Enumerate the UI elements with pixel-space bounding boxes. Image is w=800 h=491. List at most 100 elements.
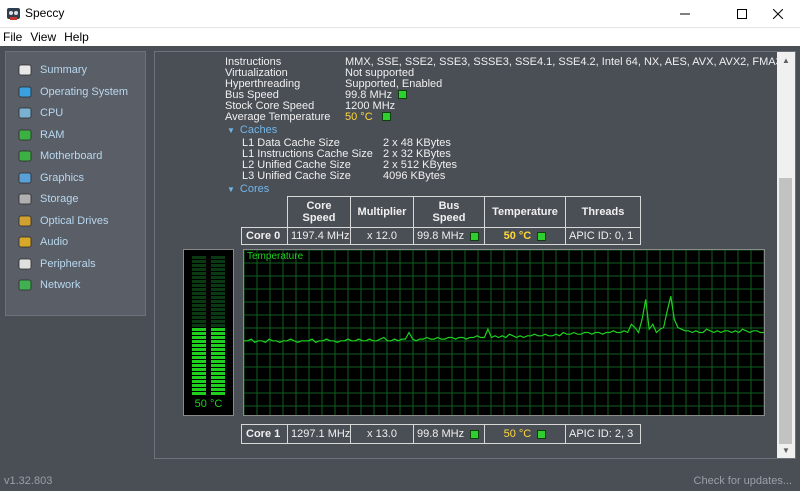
- version-label: v1.32.803: [4, 475, 53, 487]
- prop-label: Average Temperature: [225, 111, 331, 123]
- check-updates-link[interactable]: Check for updates...: [694, 475, 792, 487]
- cores-title: Cores: [239, 183, 270, 195]
- status-bar: v1.32.803 Check for updates...: [0, 474, 800, 491]
- status-indicator-icon: [537, 429, 547, 439]
- core0-multiplier: x 12.0: [350, 227, 414, 245]
- gauge-segment: [211, 284, 225, 287]
- menu-file[interactable]: File: [0, 28, 26, 46]
- gauge-segment: [192, 360, 206, 363]
- gauge-segment: [211, 348, 225, 351]
- cache-label: L3 Unified Cache Size: [242, 170, 351, 182]
- sidebar: Summary Operating System CPU RAM Motherboard…: [5, 51, 146, 316]
- close-button[interactable]: [755, 0, 800, 28]
- col-header-temperature: Temperature: [484, 196, 566, 228]
- sidebar-item-audio[interactable]: Audio: [6, 232, 145, 252]
- sidebar-item-ram[interactable]: RAM: [6, 125, 145, 145]
- sidebar-item-label: Operating System: [40, 85, 129, 98]
- prop-value: 50 °C: [345, 111, 391, 123]
- gauge-segment: [211, 336, 225, 339]
- gauge-segment: [192, 276, 206, 279]
- gauge-segment: [211, 264, 225, 267]
- gauge-segment: [192, 328, 206, 331]
- gauge-segment: [211, 372, 225, 375]
- sidebar-item-network[interactable]: Network: [6, 275, 145, 295]
- core1-name: Core 1: [241, 424, 288, 444]
- core1-temp-value: 50 °C: [503, 428, 532, 440]
- gauge-segment: [211, 392, 225, 395]
- scroll-down-arrow-icon[interactable]: ▼: [777, 442, 795, 458]
- speaker-icon: [18, 235, 32, 249]
- gauge-segment: [192, 304, 206, 307]
- gauge-segment: [192, 388, 206, 391]
- gauge-segment: [211, 316, 225, 319]
- gauge-segment: [192, 376, 206, 379]
- gauge-segment: [211, 288, 225, 291]
- network-icon: [18, 278, 32, 292]
- gauge-segment: [192, 292, 206, 295]
- gauge-segment: [211, 368, 225, 371]
- sidebar-item-label: CPU: [40, 107, 64, 119]
- cores-section-toggle[interactable]: ▼ Cores: [227, 183, 269, 195]
- speccy-app-icon: [7, 8, 20, 20]
- gauge-segment: [211, 380, 225, 383]
- summary-icon: [18, 63, 32, 77]
- gauge-segment: [211, 364, 225, 367]
- gauge-segment: [211, 360, 225, 363]
- gauge-segment: [192, 272, 206, 275]
- sidebar-item-operating-system[interactable]: Operating System: [6, 82, 145, 102]
- status-indicator-icon: [470, 231, 480, 241]
- col-header-threads: Threads: [565, 196, 641, 228]
- gauge-segment: [211, 324, 225, 327]
- gauge-segment: [211, 376, 225, 379]
- temperature-graph-canvas: [243, 249, 765, 415]
- mouse-icon: [18, 257, 32, 271]
- maximize-icon: [737, 9, 747, 19]
- status-indicator-icon: [398, 90, 408, 99]
- gauge-segment: [211, 268, 225, 271]
- gauge-segment: [192, 392, 206, 395]
- minimize-button[interactable]: [662, 0, 708, 28]
- gauge-segment: [211, 332, 225, 335]
- caches-section-toggle[interactable]: ▼ Caches: [227, 124, 277, 136]
- gauge-segment: [192, 264, 206, 267]
- gauge-segment: [211, 260, 225, 263]
- sidebar-item-label: Peripherals: [40, 257, 96, 270]
- gauge-segment: [192, 336, 206, 339]
- sidebar-item-label: RAM: [40, 128, 65, 141]
- window-title: Speccy: [25, 6, 65, 20]
- col-header-multiplier: Multiplier: [350, 196, 414, 228]
- vertical-scrollbar[interactable]: ▲ ▼: [777, 52, 795, 458]
- gauge-segment: [192, 384, 206, 387]
- gauge-segment: [192, 280, 206, 283]
- gauge-segment: [192, 296, 206, 299]
- sidebar-item-storage[interactable]: Storage: [6, 189, 145, 209]
- temperature-graph: Temperature: [243, 249, 765, 416]
- sidebar-item-cpu[interactable]: CPU: [6, 103, 145, 123]
- sidebar-item-label: Motherboard: [40, 150, 103, 162]
- sidebar-item-graphics[interactable]: Graphics: [6, 168, 145, 188]
- gauge-segment: [192, 260, 206, 263]
- gauge-segment: [211, 344, 225, 347]
- avg-temp-value: 50 °C: [345, 111, 373, 123]
- scroll-up-arrow-icon[interactable]: ▲: [777, 52, 795, 68]
- core1-bus: 99.8 MHz: [413, 424, 485, 444]
- menu-help[interactable]: Help: [60, 28, 93, 46]
- sidebar-item-motherboard[interactable]: Motherboard: [6, 146, 145, 166]
- status-indicator-icon: [470, 429, 480, 439]
- core1-temp: 50 °C: [484, 424, 566, 444]
- gauge-segment: [211, 356, 225, 359]
- gauge-segment: [192, 348, 206, 351]
- menu-view[interactable]: View: [26, 28, 60, 46]
- core1-speed: 1297.1 MHz: [287, 424, 351, 444]
- scroll-thumb[interactable]: [779, 178, 792, 444]
- gauge-segment: [192, 368, 206, 371]
- gauge-segment: [211, 384, 225, 387]
- core1-multiplier: x 13.0: [350, 424, 414, 444]
- collapse-triangle-icon: ▼: [227, 126, 235, 135]
- gauge-segment: [211, 320, 225, 323]
- gauge-segment: [211, 388, 225, 391]
- status-indicator-icon: [381, 112, 391, 121]
- sidebar-item-peripherals[interactable]: Peripherals: [6, 254, 145, 274]
- sidebar-item-optical-drives[interactable]: Optical Drives: [6, 211, 145, 231]
- sidebar-item-summary[interactable]: Summary: [6, 60, 145, 80]
